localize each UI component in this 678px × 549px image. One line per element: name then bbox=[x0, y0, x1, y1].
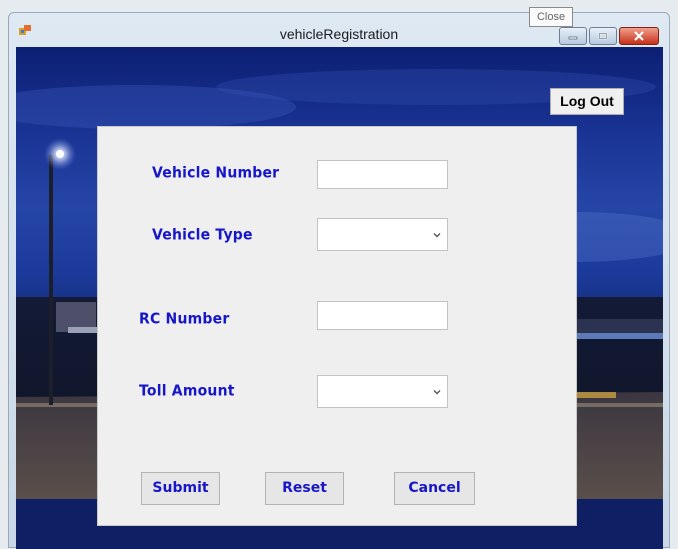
cancel-button[interactable]: Cancel bbox=[394, 472, 475, 505]
reset-button[interactable]: Reset bbox=[265, 472, 344, 505]
submit-button[interactable]: Submit bbox=[141, 472, 220, 505]
close-button[interactable] bbox=[619, 27, 659, 45]
vehicle-number-input[interactable] bbox=[317, 160, 448, 189]
maximize-icon bbox=[598, 32, 608, 40]
client-area: Log Out Vehicle Number Vehicle Type RC N… bbox=[16, 47, 663, 549]
vehicle-type-label: Vehicle Type bbox=[152, 226, 253, 244]
vehicle-type-select[interactable] bbox=[317, 218, 448, 251]
chevron-down-icon bbox=[433, 390, 441, 395]
rc-number-label: RC Number bbox=[139, 310, 230, 328]
logout-button[interactable]: Log Out bbox=[550, 88, 624, 115]
close-icon bbox=[634, 31, 644, 41]
maximize-button[interactable] bbox=[589, 27, 617, 45]
registration-panel: Vehicle Number Vehicle Type RC Number To… bbox=[97, 126, 577, 526]
toll-amount-select[interactable] bbox=[317, 375, 448, 408]
minimize-button[interactable] bbox=[559, 27, 587, 45]
close-tooltip: Close bbox=[529, 7, 573, 27]
rc-number-input[interactable] bbox=[317, 301, 448, 330]
app-window: vehicleRegistration Close Log Out Vehicl… bbox=[8, 7, 670, 549]
title-bar[interactable]: vehicleRegistration Close bbox=[9, 7, 669, 47]
vehicle-number-label: Vehicle Number bbox=[152, 164, 280, 182]
minimize-icon bbox=[568, 36, 578, 40]
chevron-down-icon bbox=[433, 233, 441, 238]
toll-amount-label: Toll Amount bbox=[139, 382, 235, 400]
